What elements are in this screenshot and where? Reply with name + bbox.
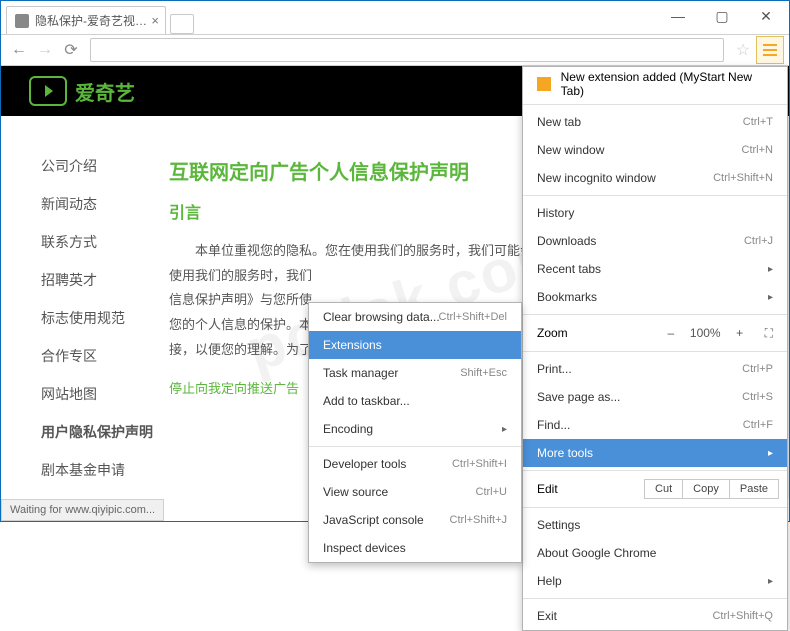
sidebar-item[interactable]: 标志使用规范: [41, 308, 161, 328]
submenu-view-source[interactable]: View sourceCtrl+U: [309, 478, 521, 506]
sidebar-item[interactable]: 公司介绍: [41, 156, 161, 176]
paste-button[interactable]: Paste: [729, 479, 779, 499]
sidebar-item[interactable]: 联系方式: [41, 232, 161, 252]
fullscreen-icon[interactable]: ⛶: [765, 326, 773, 341]
menu-about[interactable]: About Google Chrome: [523, 539, 787, 567]
menu-separator: [523, 314, 787, 315]
menu-separator: [523, 598, 787, 599]
minimize-button[interactable]: —: [656, 2, 700, 30]
menu-separator: [523, 470, 787, 471]
forward-button[interactable]: →: [32, 37, 58, 63]
menu-edit: Edit Cut Copy Paste: [523, 474, 787, 504]
sidebar: 公司介绍 新闻动态 联系方式 招聘英才 标志使用规范 合作专区 网站地图 用户隐…: [41, 156, 161, 498]
menu-history[interactable]: History: [523, 199, 787, 227]
more-tools-submenu: Clear browsing data...Ctrl+Shift+Del Ext…: [308, 302, 522, 563]
menu-separator: [523, 507, 787, 508]
menu-separator: [523, 351, 787, 352]
chrome-main-menu: New extension added (MyStart New Tab) Ne…: [522, 66, 788, 631]
bookmark-star-icon[interactable]: ☆: [730, 37, 756, 63]
sidebar-item[interactable]: 招聘英才: [41, 270, 161, 290]
zoom-in-button[interactable]: +: [729, 326, 751, 340]
zoom-out-button[interactable]: –: [660, 326, 682, 340]
submenu-js-console[interactable]: JavaScript consoleCtrl+Shift+J: [309, 506, 521, 534]
status-text: Waiting for www.qiyipic.com...: [10, 504, 155, 516]
menu-print[interactable]: Print...Ctrl+P: [523, 355, 787, 383]
maximize-button[interactable]: ▢: [700, 2, 744, 30]
favicon-icon: [15, 14, 29, 28]
menu-bookmarks[interactable]: Bookmarks▸: [523, 283, 787, 311]
sidebar-item[interactable]: 新闻动态: [41, 194, 161, 214]
menu-new-tab[interactable]: New tabCtrl+T: [523, 108, 787, 136]
menu-more-tools[interactable]: More tools▸: [523, 439, 787, 467]
submenu-clear-data[interactable]: Clear browsing data...Ctrl+Shift+Del: [309, 303, 521, 331]
submenu-devtools[interactable]: Developer toolsCtrl+Shift+I: [309, 450, 521, 478]
chevron-right-icon: ▸: [768, 448, 773, 459]
menu-new-window[interactable]: New windowCtrl+N: [523, 136, 787, 164]
logo-mark-icon: [29, 76, 67, 106]
sidebar-item[interactable]: 合作专区: [41, 346, 161, 366]
menu-incognito[interactable]: New incognito windowCtrl+Shift+N: [523, 164, 787, 192]
chevron-right-icon: ▸: [768, 576, 773, 587]
menu-help[interactable]: Help▸: [523, 567, 787, 595]
reload-button[interactable]: ⟳: [58, 37, 84, 63]
back-button[interactable]: ←: [6, 37, 32, 63]
menu-recent-tabs[interactable]: Recent tabs▸: [523, 255, 787, 283]
chevron-right-icon: ▸: [768, 292, 773, 303]
iqiyi-logo[interactable]: 爱奇艺: [29, 76, 135, 106]
chevron-right-icon: ▸: [502, 424, 507, 435]
submenu-inspect-devices[interactable]: Inspect devices: [309, 534, 521, 562]
sidebar-item[interactable]: 剧本基金申请: [41, 460, 161, 480]
hamburger-icon: [763, 44, 777, 56]
chrome-menu-button[interactable]: [756, 36, 784, 64]
zoom-value: 100%: [690, 326, 721, 340]
brand-text: 爱奇艺: [75, 77, 135, 106]
omnibox[interactable]: [90, 38, 724, 62]
menu-extension-notice[interactable]: New extension added (MyStart New Tab): [523, 67, 787, 101]
submenu-extensions[interactable]: Extensions: [309, 331, 521, 359]
extension-alert-icon: [537, 77, 551, 91]
tab-close-icon[interactable]: ×: [151, 13, 159, 28]
copy-button[interactable]: Copy: [682, 479, 730, 499]
menu-separator: [523, 104, 787, 105]
menu-save-page[interactable]: Save page as...Ctrl+S: [523, 383, 787, 411]
tab-active[interactable]: 隐私保护-爱奇艺视频 - 悦… ×: [6, 6, 166, 34]
cut-button[interactable]: Cut: [644, 479, 683, 499]
chevron-right-icon: ▸: [768, 264, 773, 275]
sidebar-item-active[interactable]: 用户隐私保护声明: [41, 422, 161, 442]
menu-zoom: Zoom – 100% + ⛶: [523, 318, 787, 348]
new-tab-button[interactable]: [170, 14, 194, 34]
submenu-add-taskbar[interactable]: Add to taskbar...: [309, 387, 521, 415]
sidebar-item[interactable]: 网站地图: [41, 384, 161, 404]
menu-separator: [309, 446, 521, 447]
tab-title: 隐私保护-爱奇艺视频 - 悦…: [35, 12, 157, 29]
menu-downloads[interactable]: DownloadsCtrl+J: [523, 227, 787, 255]
menu-find[interactable]: Find...Ctrl+F: [523, 411, 787, 439]
menu-separator: [523, 195, 787, 196]
menu-exit[interactable]: ExitCtrl+Shift+Q: [523, 602, 787, 630]
close-button[interactable]: ✕: [744, 2, 788, 30]
submenu-encoding[interactable]: Encoding▸: [309, 415, 521, 443]
toolbar: ← → ⟳ ☆: [0, 34, 790, 66]
menu-settings[interactable]: Settings: [523, 511, 787, 539]
status-bar: Waiting for www.qiyipic.com...: [1, 499, 164, 521]
submenu-task-manager[interactable]: Task managerShift+Esc: [309, 359, 521, 387]
